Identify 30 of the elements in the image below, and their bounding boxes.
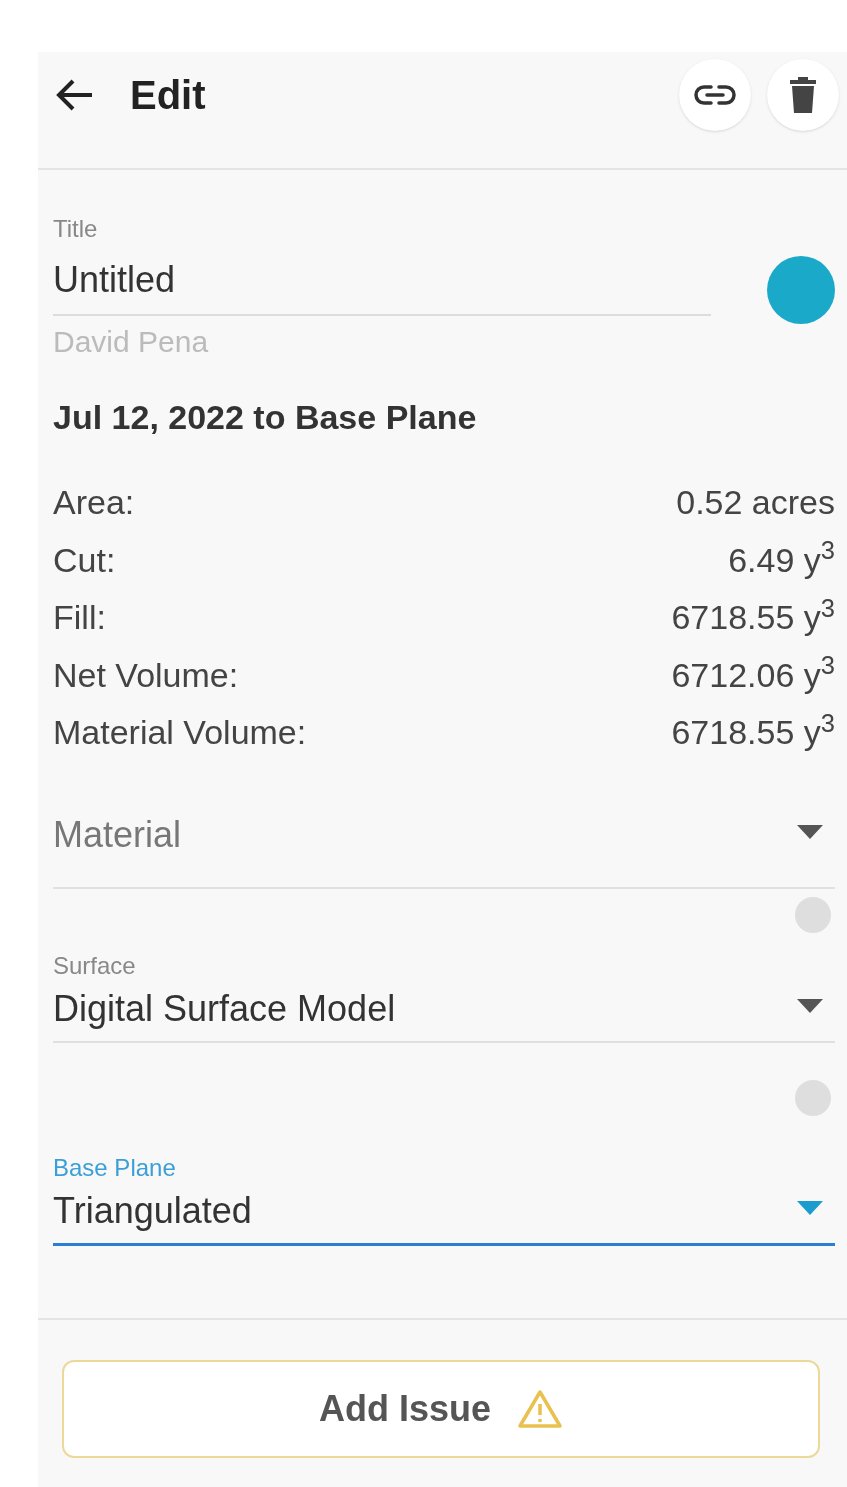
stat-label: Area: — [53, 482, 135, 524]
link-icon — [693, 83, 737, 107]
field-label: Title — [53, 214, 99, 244]
section-heading: Jul 12, 2022 to Base Plane — [53, 397, 478, 438]
stat-value: 6718.55 y$^{3}$ — [671, 707, 835, 754]
stat-label: Net Volume: — [53, 654, 239, 696]
author-name: David Pena — [53, 324, 210, 360]
field-value: Triangulated — [53, 1188, 252, 1233]
select-field[interactable]: Surface Digital Surface Model — [53, 950, 835, 1043]
dropdown-arrow-icon — [797, 998, 823, 1013]
select-field[interactable]: Base Plane Triangulated — [53, 1152, 835, 1246]
page-title: Edit — [130, 72, 206, 119]
stat-value: 6718.55 y$^{3}$ — [671, 592, 835, 639]
stat-label: Material Volume: — [53, 712, 307, 754]
back-arrow-icon — [54, 77, 94, 113]
warning-icon — [517, 1388, 563, 1429]
stat-value: 6.49 y$^{3}$ — [728, 535, 835, 581]
stat-value: 6712.06 y$^{3}$ — [671, 650, 835, 696]
field-value: Digital Surface Model — [53, 986, 396, 1031]
dropdown-arrow-icon — [797, 1200, 823, 1215]
title-field[interactable]: Title Untitled — [53, 214, 711, 316]
stat-label: Fill: — [53, 597, 106, 639]
add-issue-button[interactable]: Add Issue — [62, 1359, 820, 1458]
field-label: Surface — [53, 950, 137, 981]
stat-label: Cut: — [53, 539, 116, 581]
select-field[interactable]: Material — [53, 784, 835, 889]
trash-icon — [790, 77, 816, 113]
stat-value: 0.52 acres — [676, 482, 835, 524]
field-label: Base Plane — [53, 1152, 177, 1183]
dropdown-arrow-icon — [797, 824, 823, 839]
